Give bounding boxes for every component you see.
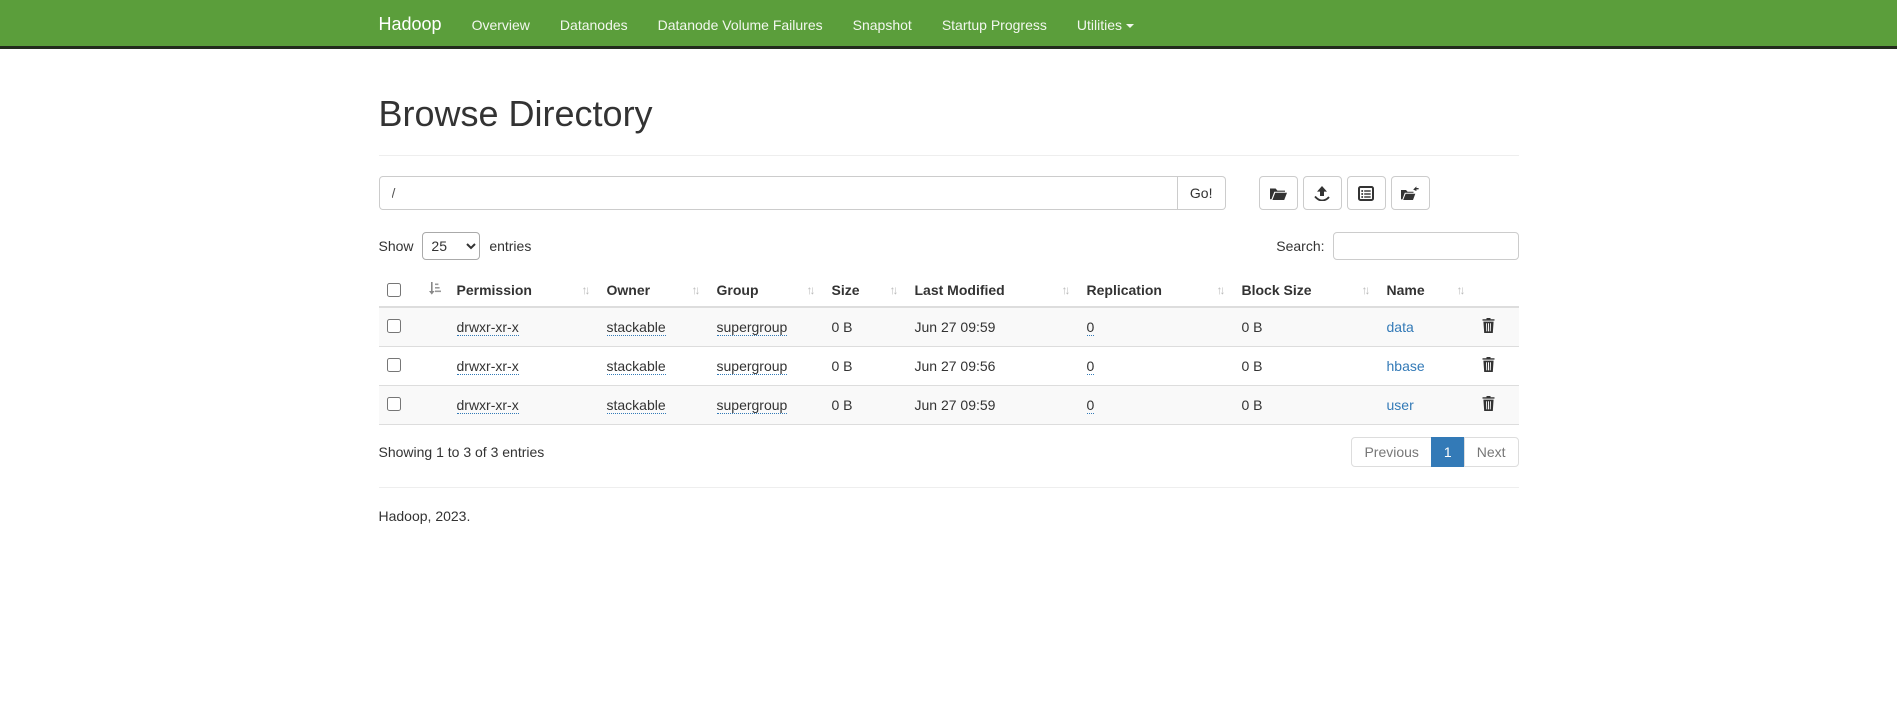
- last-modified-cell: Jun 27 09:59: [915, 397, 996, 413]
- header-name[interactable]: Name↑↓: [1379, 274, 1474, 307]
- show-label: Show: [379, 238, 414, 254]
- table-info: Showing 1 to 3 of 3 entries: [379, 444, 545, 460]
- owner-cell[interactable]: stackable: [607, 319, 666, 336]
- last-modified-cell: Jun 27 09:56: [915, 358, 996, 374]
- last-modified-cell: Jun 27 09:59: [915, 319, 996, 335]
- nav-item-utilities[interactable]: Utilities: [1062, 2, 1149, 48]
- create-directory-button[interactable]: [1259, 176, 1298, 210]
- footer-text: Hadoop, 2023.: [379, 508, 1519, 524]
- header-actions: [1474, 274, 1519, 307]
- divider: [379, 155, 1519, 156]
- nav-item-startup-progress[interactable]: Startup Progress: [927, 2, 1062, 48]
- page-length-select[interactable]: 25: [422, 232, 480, 260]
- page-title: Browse Directory: [379, 93, 1519, 135]
- header-group[interactable]: Group↑↓: [709, 274, 824, 307]
- path-input[interactable]: [379, 176, 1178, 210]
- table-row: drwxr-xr-x stackable supergroup 0 B Jun …: [379, 347, 1519, 386]
- search-input[interactable]: [1333, 232, 1519, 260]
- header-size[interactable]: Size↑↓: [824, 274, 907, 307]
- table-row: drwxr-xr-x stackable supergroup 0 B Jun …: [379, 307, 1519, 347]
- navbar-menu: Overview Datanodes Datanode Volume Failu…: [457, 2, 1149, 48]
- block-size-cell: 0 B: [1242, 358, 1263, 374]
- sort-icon: ↑↓: [582, 283, 591, 297]
- upload-files-button[interactable]: [1303, 176, 1342, 210]
- directory-link[interactable]: hbase: [1387, 358, 1425, 374]
- nav-item-snapshot[interactable]: Snapshot: [838, 2, 927, 48]
- list-alt-icon: [1358, 186, 1374, 201]
- row-checkbox[interactable]: [387, 358, 401, 372]
- permission-cell[interactable]: drwxr-xr-x: [457, 358, 519, 375]
- row-checkbox[interactable]: [387, 397, 401, 411]
- size-cell: 0 B: [832, 358, 853, 374]
- permission-cell[interactable]: drwxr-xr-x: [457, 397, 519, 414]
- owner-cell[interactable]: stackable: [607, 397, 666, 414]
- go-button[interactable]: Go!: [1178, 176, 1226, 210]
- footer-divider: [379, 487, 1519, 488]
- chevron-down-icon: [1126, 24, 1134, 28]
- block-size-cell: 0 B: [1242, 319, 1263, 335]
- pagination-page-1[interactable]: 1: [1432, 437, 1465, 467]
- move-to-trash-button[interactable]: [1391, 176, 1430, 210]
- pagination-previous[interactable]: Previous: [1351, 437, 1431, 467]
- sort-ascending-icon[interactable]: [427, 282, 441, 298]
- pagination-next[interactable]: Next: [1465, 437, 1519, 467]
- size-cell: 0 B: [832, 397, 853, 413]
- search-label: Search:: [1276, 238, 1324, 254]
- directory-toolbar: [1259, 176, 1430, 210]
- page-length-control: Show 25 entries: [379, 232, 532, 260]
- navbar: Hadoop Overview Datanodes Datanode Volum…: [0, 0, 1897, 49]
- folder-move-icon: [1401, 186, 1419, 201]
- trash-icon[interactable]: [1482, 398, 1495, 414]
- file-list-button[interactable]: [1347, 176, 1386, 210]
- directory-link[interactable]: data: [1387, 319, 1414, 335]
- directory-table: Permission↑↓ Owner↑↓ Group↑↓ Size↑↓ Last…: [379, 274, 1519, 425]
- replication-cell[interactable]: 0: [1087, 358, 1095, 375]
- table-search-control: Search:: [1276, 232, 1518, 260]
- header-owner[interactable]: Owner↑↓: [599, 274, 709, 307]
- trash-icon[interactable]: [1482, 320, 1495, 336]
- cloud-upload-icon: [1314, 186, 1330, 201]
- table-row: drwxr-xr-x stackable supergroup 0 B Jun …: [379, 386, 1519, 425]
- nav-item-datanode-volume-failures[interactable]: Datanode Volume Failures: [643, 2, 838, 48]
- nav-item-overview[interactable]: Overview: [457, 2, 545, 48]
- sort-icon: ↑↓: [890, 283, 899, 297]
- header-block-size[interactable]: Block Size↑↓: [1234, 274, 1379, 307]
- replication-cell[interactable]: 0: [1087, 397, 1095, 414]
- header-last-modified[interactable]: Last Modified↑↓: [907, 274, 1079, 307]
- group-cell[interactable]: supergroup: [717, 397, 788, 414]
- row-checkbox[interactable]: [387, 319, 401, 333]
- group-cell[interactable]: supergroup: [717, 358, 788, 375]
- trash-icon[interactable]: [1482, 359, 1495, 375]
- header-replication[interactable]: Replication↑↓: [1079, 274, 1234, 307]
- folder-open-icon: [1270, 186, 1287, 201]
- nav-item-datanodes[interactable]: Datanodes: [545, 2, 643, 48]
- group-cell[interactable]: supergroup: [717, 319, 788, 336]
- owner-cell[interactable]: stackable: [607, 358, 666, 375]
- navbar-brand[interactable]: Hadoop: [379, 14, 457, 35]
- block-size-cell: 0 B: [1242, 397, 1263, 413]
- sort-icon: ↑↓: [692, 283, 701, 297]
- sort-icon: ↑↓: [1362, 283, 1371, 297]
- sort-icon: ↑↓: [1217, 283, 1226, 297]
- select-all-checkbox[interactable]: [387, 283, 401, 297]
- site-footer: Hadoop, 2023.: [379, 487, 1519, 524]
- pagination: Previous 1 Next: [1351, 437, 1518, 467]
- header-permission[interactable]: Permission↑↓: [449, 274, 599, 307]
- table-header-row: Permission↑↓ Owner↑↓ Group↑↓ Size↑↓ Last…: [379, 274, 1519, 307]
- sort-icon: ↑↓: [807, 283, 816, 297]
- path-input-group: Go!: [379, 176, 1226, 210]
- sort-icon: ↑↓: [1457, 283, 1466, 297]
- directory-link[interactable]: user: [1387, 397, 1414, 413]
- size-cell: 0 B: [832, 319, 853, 335]
- header-select-all: [379, 274, 449, 307]
- sort-icon: ↑↓: [1062, 283, 1071, 297]
- entries-label: entries: [489, 238, 531, 254]
- replication-cell[interactable]: 0: [1087, 319, 1095, 336]
- permission-cell[interactable]: drwxr-xr-x: [457, 319, 519, 336]
